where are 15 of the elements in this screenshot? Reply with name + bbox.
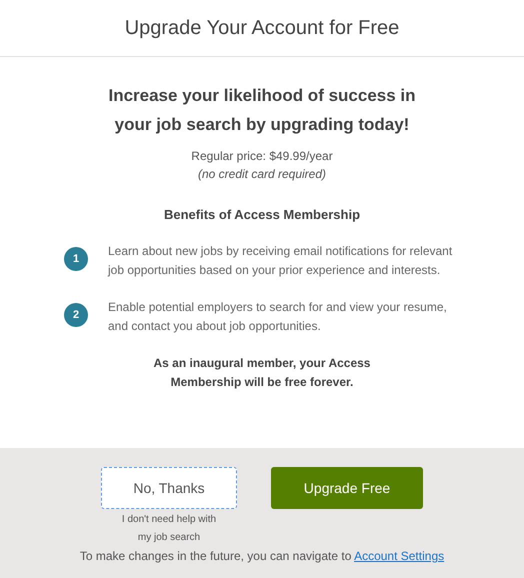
decline-button[interactable]: No, Thanks <box>101 467 237 509</box>
benefit-text: Learn about new jobs by receiving email notifications for relevant job opportunities based on your prior experience and interests. <box>108 243 454 279</box>
step-number-badge: 2 <box>64 303 88 327</box>
benefits-title: Benefits of Access Membership <box>162 207 362 222</box>
dialog-title: Upgrade Your Account for Free <box>124 16 400 40</box>
account-settings-link[interactable]: Account Settings <box>354 549 444 563</box>
decline-hint: I don't need help with my job search <box>122 513 216 545</box>
footer-text: To make changes in the future, you can navigate to Account Settings <box>80 549 444 563</box>
benefit-text: Enable potential employers to search for and view your resume, and contact you about job opportunities. <box>108 299 448 335</box>
price-note: (no credit card required) <box>196 166 328 183</box>
headline: Increase your likelihood of success in your job search by upgrading today! <box>107 85 417 136</box>
closing-note: As an inaugural member, your Access Membership will be free forever. <box>152 355 372 391</box>
regular-price: Regular price: $49.99/year <box>190 148 334 165</box>
step-number-badge: 1 <box>64 247 88 271</box>
upgrade-button[interactable]: Upgrade Free <box>271 467 423 509</box>
